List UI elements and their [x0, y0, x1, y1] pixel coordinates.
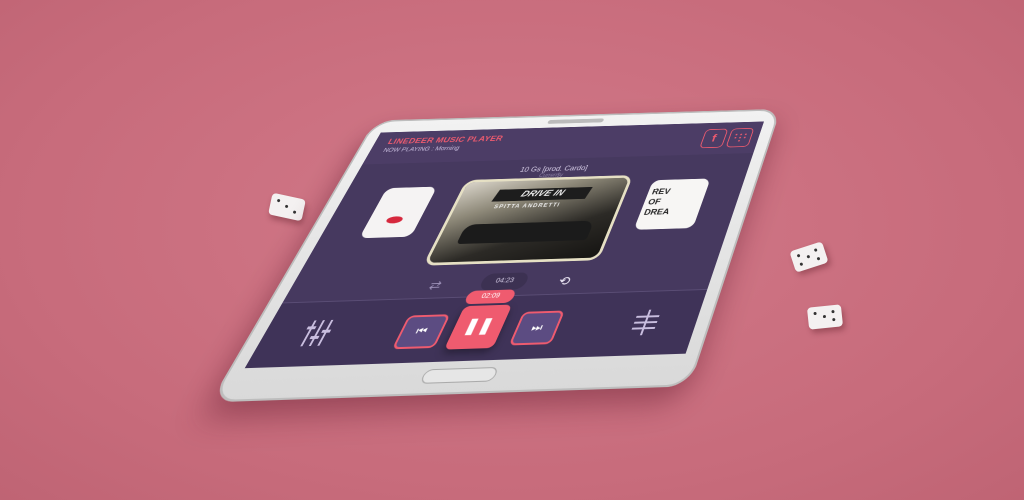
shuffle-icon[interactable]: ⇄ — [426, 278, 445, 293]
facebook-icon: f — [710, 132, 718, 144]
lips-graphic — [385, 216, 405, 223]
album-right-text: REV OF DREA — [642, 186, 679, 217]
promo-stage: LINEDEER MUSIC PLAYER NOW PLAYING : Morn… — [0, 0, 1024, 500]
phone-speaker — [547, 118, 604, 123]
phone-body: LINEDEER MUSIC PLAYER NOW PLAYING : Morn… — [210, 109, 781, 403]
car-graphic — [456, 221, 594, 244]
phone-home-button[interactable] — [419, 367, 499, 384]
repeat-icon[interactable]: ⟲ — [556, 274, 573, 289]
track-duration: 04:23 — [478, 272, 531, 290]
player-screen: LINEDEER MUSIC PLAYER NOW PLAYING : Morn… — [245, 121, 764, 368]
app-title: LINEDEER MUSIC PLAYER — [386, 134, 504, 145]
album-art-next[interactable]: REV OF DREA — [634, 178, 711, 229]
album-main-artist: SPITTA ANDRETTI — [493, 203, 561, 210]
facebook-button[interactable]: f — [699, 129, 728, 149]
menu-button[interactable] — [725, 128, 754, 148]
app-header: LINEDEER MUSIC PLAYER NOW PLAYING : Morn… — [362, 121, 764, 164]
album-main-title: DRIVE IN — [491, 187, 592, 202]
album-art-previous[interactable] — [359, 187, 437, 239]
die-decoration-right-bottom — [807, 304, 843, 329]
skip-previous-icon: ⏮ — [413, 325, 429, 337]
album-art-current[interactable]: DRIVE IN SPITTA ANDRETTI — [427, 178, 629, 263]
die-decoration-left — [268, 193, 306, 222]
pause-icon: ❚❚ — [461, 318, 497, 336]
now-playing-text: NOW PLAYING : Morning — [382, 146, 461, 154]
dots-menu-icon — [733, 134, 747, 142]
skip-next-icon: ⏭ — [529, 322, 544, 334]
die-decoration-right-top — [789, 241, 828, 272]
phone-mockup: LINEDEER MUSIC PLAYER NOW PLAYING : Morn… — [210, 109, 781, 403]
